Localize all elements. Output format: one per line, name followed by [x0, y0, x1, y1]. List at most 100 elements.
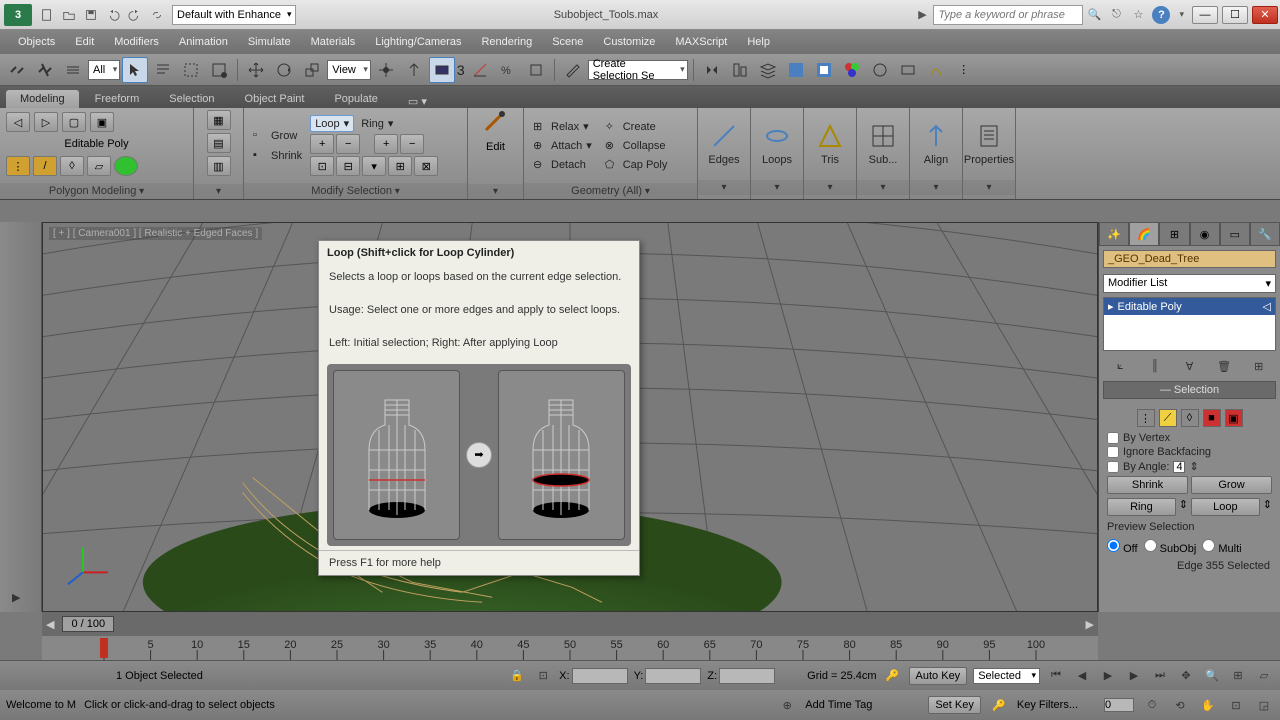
tab-modeling[interactable]: Modeling	[6, 90, 79, 108]
workspace-dropdown[interactable]: Default with Enhance▾	[172, 5, 296, 25]
menu-materials[interactable]: Materials	[301, 32, 366, 52]
named-sel-edit-icon[interactable]	[560, 57, 586, 83]
scale-icon[interactable]	[299, 57, 325, 83]
ring-grow-icon[interactable]: +	[374, 134, 398, 154]
menu-scene[interactable]: Scene	[542, 32, 593, 52]
setkey-button[interactable]: Set Key	[928, 696, 981, 714]
dot-ring-icon[interactable]: ⊞	[388, 156, 412, 176]
qat-new-icon[interactable]	[37, 5, 57, 25]
curve-editor-icon[interactable]	[783, 57, 809, 83]
dot-ring2-icon[interactable]: ⊠	[414, 156, 438, 176]
group-geometry[interactable]: Geometry (All) ▾	[524, 183, 697, 199]
nav-maxview-icon[interactable]: ⊡	[1226, 695, 1246, 715]
menu-help[interactable]: Help	[737, 32, 780, 52]
relax-button[interactable]: ⊞Relax ▾	[528, 118, 597, 136]
select-by-name-icon[interactable]	[150, 57, 176, 83]
add-time-tag[interactable]: Add Time Tag	[805, 699, 872, 711]
time-config-icon[interactable]: ⏱	[1142, 695, 1162, 715]
render-icon[interactable]	[923, 57, 949, 83]
configure-icon[interactable]: ⊞	[1249, 356, 1269, 376]
nav-zoom-icon[interactable]: 🔍	[1202, 666, 1222, 686]
show-result-icon[interactable]: ║	[1145, 356, 1165, 376]
menu-edit[interactable]: Edit	[65, 32, 104, 52]
link-icon[interactable]	[4, 57, 30, 83]
help-dropdown-icon[interactable]: ▾	[1179, 9, 1184, 20]
tab-freeform[interactable]: Freeform	[81, 90, 154, 108]
poly-toggle2-icon[interactable]: ▣	[90, 112, 114, 132]
create-button[interactable]: ✧Create	[600, 118, 673, 136]
grow-button[interactable]: ▫Grow	[248, 127, 307, 145]
goto-end-icon[interactable]: ⏭	[1150, 666, 1170, 686]
poly-next-icon[interactable]: ▷	[34, 112, 58, 132]
align-button[interactable]: Align	[910, 108, 962, 180]
menu-objects[interactable]: Objects	[8, 32, 65, 52]
subobj-border-icon[interactable]: ◊	[60, 156, 84, 176]
key-filters-button[interactable]: Key Filters...	[1017, 699, 1078, 711]
ring-shrink-icon[interactable]: −	[400, 134, 424, 154]
loop-shrink-icon[interactable]: −	[336, 134, 360, 154]
shrink-button[interactable]: ▪Shrink	[248, 147, 307, 165]
search-input[interactable]	[933, 5, 1083, 25]
by-angle-field[interactable]	[1173, 461, 1185, 473]
loop-grow-icon[interactable]: +	[310, 134, 334, 154]
iso-sel-icon[interactable]: ⊡	[533, 666, 553, 686]
poly-toggle1-icon[interactable]: ▢	[62, 112, 86, 132]
keymode-dropdown[interactable]: Selected	[973, 668, 1040, 684]
snap-percent-icon[interactable]: %	[495, 57, 521, 83]
constraint3-icon[interactable]: ▥	[207, 156, 231, 176]
current-frame-field[interactable]	[1104, 698, 1134, 712]
nav-zoomext-icon[interactable]: ⊞	[1228, 666, 1248, 686]
schematic-icon[interactable]	[811, 57, 837, 83]
tb-megaphone-icon[interactable]: 🔍	[1084, 5, 1104, 25]
minimize-button[interactable]: —	[1192, 6, 1218, 24]
tab-populate[interactable]: Populate	[320, 90, 391, 108]
edges-button[interactable]: Edges	[698, 108, 750, 180]
group-edit[interactable]: ▾	[468, 184, 523, 199]
dot-loop-icon[interactable]: ⊡	[310, 156, 334, 176]
dot-loop3-icon[interactable]: ▾	[362, 156, 386, 176]
menu-modifiers[interactable]: Modifiers	[104, 32, 169, 52]
collapse-button[interactable]: ⊗Collapse	[600, 137, 673, 155]
loop-button[interactable]: Loop ▾	[310, 115, 354, 132]
so-border-icon[interactable]: ◊	[1181, 409, 1199, 427]
tb-comm-icon[interactable]: ⎋	[1106, 5, 1126, 25]
nav-orbit-icon[interactable]: ⟲	[1170, 695, 1190, 715]
menu-maxscript[interactable]: MAXScript	[665, 32, 737, 52]
mirror-icon[interactable]	[699, 57, 725, 83]
layers-icon[interactable]	[755, 57, 781, 83]
so-edge-icon[interactable]: ⟋	[1159, 409, 1177, 427]
window-crossing-icon[interactable]	[206, 57, 232, 83]
move-icon[interactable]	[243, 57, 269, 83]
group-polygon-modeling[interactable]: Polygon Modeling ▾	[0, 183, 193, 199]
nav-pan2-icon[interactable]: ✋	[1198, 695, 1218, 715]
qat-undo-icon[interactable]	[103, 5, 123, 25]
nav-pan-icon[interactable]: ✥	[1176, 666, 1196, 686]
more-icon[interactable]: ⋮	[951, 57, 977, 83]
so-polygon-icon[interactable]: ■	[1203, 409, 1221, 427]
manipulate-icon[interactable]	[401, 57, 427, 83]
cappoly-button[interactable]: ⬠Cap Poly	[600, 156, 673, 174]
close-button[interactable]: ✕	[1252, 6, 1278, 24]
so-element-icon[interactable]: ▣	[1225, 409, 1243, 427]
play-icon[interactable]: ▶	[912, 5, 932, 25]
snap-angle-icon[interactable]	[467, 57, 493, 83]
preview-off-radio[interactable]: Off	[1107, 539, 1138, 555]
rotate-icon[interactable]	[271, 57, 297, 83]
rect-region-icon[interactable]	[178, 57, 204, 83]
preview-subobj-radio[interactable]: SubObj	[1144, 539, 1197, 555]
constraint2-icon[interactable]: ▤	[207, 133, 231, 153]
render-setup-icon[interactable]	[867, 57, 893, 83]
nav-minmax-icon[interactable]: ◲	[1254, 695, 1274, 715]
track-bar[interactable]: ◀ 0 / 100 ▶	[42, 612, 1098, 636]
render-frame-icon[interactable]	[895, 57, 921, 83]
tab-selection[interactable]: Selection	[155, 90, 228, 108]
poly-prev-icon[interactable]: ◁	[6, 112, 30, 132]
tb-star-icon[interactable]: ☆	[1128, 5, 1148, 25]
panel-ring-button[interactable]: Ring	[1107, 498, 1176, 516]
unlink-icon[interactable]	[32, 57, 58, 83]
keyboard-shortcut-icon[interactable]	[429, 57, 455, 83]
quickslice-icon[interactable]	[482, 110, 510, 138]
menu-customize[interactable]: Customize	[593, 32, 665, 52]
ring-spinner-icon[interactable]: ⇕	[1179, 498, 1188, 516]
make-unique-icon[interactable]: ∀	[1179, 356, 1199, 376]
